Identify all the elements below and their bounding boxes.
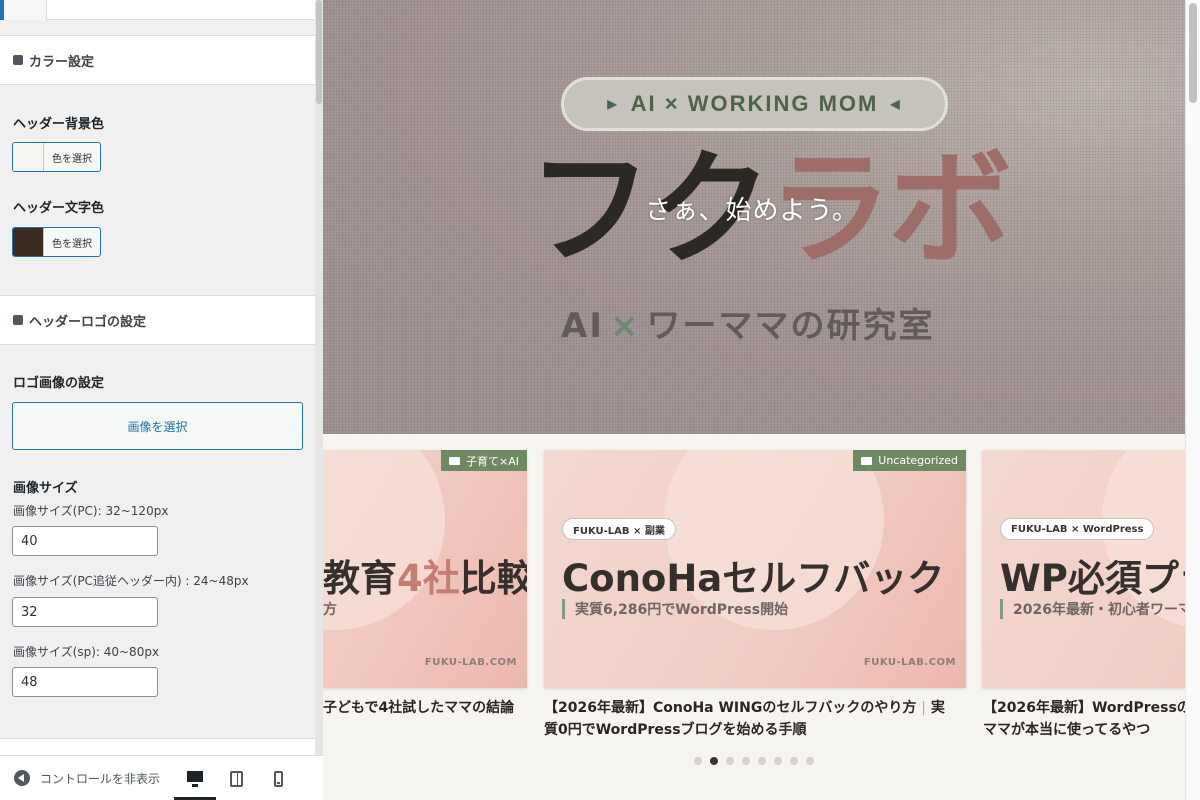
- desktop-icon: [187, 771, 203, 787]
- header-text-color-button[interactable]: 色を選択: [12, 227, 101, 257]
- left-triangle-icon: ◀: [890, 97, 902, 111]
- collapse-label[interactable]: コントロールを非表示: [40, 770, 160, 787]
- slider-dot[interactable]: [758, 757, 766, 765]
- hero-tagline: さぁ、始めよう。: [645, 196, 859, 226]
- collapse-icon[interactable]: [14, 770, 30, 786]
- post-card-title[interactable]: 【2026年最新】WordPressの ママが本当に使ってるやつ: [983, 697, 1191, 741]
- card-thumb-heading: ConoHaセルフバック: [562, 557, 945, 600]
- folder-icon: [449, 456, 460, 465]
- size-follow-input[interactable]: 32: [12, 597, 158, 627]
- color-section-header[interactable]: カラー設定: [0, 35, 315, 85]
- post-card-title[interactable]: 【2026年最新】ConoHa WINGのセルフバックのやり方 | 実 質0円で…: [544, 697, 964, 741]
- select-color-label: 色を選択: [52, 153, 92, 165]
- slider-dot[interactable]: [710, 757, 718, 765]
- preview-scrollbar[interactable]: [1185, 0, 1200, 800]
- post-card-title[interactable]: 子どもで4社試したママの結論: [323, 697, 514, 719]
- subtitle-pre: AI: [561, 306, 604, 346]
- section-square-icon: [13, 315, 23, 325]
- image-size-label: 画像サイズ: [13, 481, 78, 496]
- card-thumb-url: FUKU-LAB.COM: [424, 657, 517, 668]
- slider-dot[interactable]: [726, 757, 734, 765]
- post-card-thumb[interactable]: Uncategorized FUKU-LAB × 副業 ConoHaセルフバック…: [544, 450, 966, 688]
- hero-subtitle: AI × ワーママの研究室: [561, 298, 934, 347]
- logo-image-label: ロゴ画像の設定: [13, 376, 105, 391]
- preview-desktop-button[interactable]: [174, 756, 216, 800]
- header-text-swatch: [13, 228, 44, 256]
- header-bg-swatch: [13, 143, 44, 171]
- preview-tablet-button[interactable]: [215, 756, 257, 800]
- hero-banner: ▶ AI × WORKING MOM ◀ フクラボ さぁ、始めよう。 AI × ワー…: [323, 0, 1185, 434]
- card-thumb-url: FUKU-LAB.COM: [863, 657, 956, 668]
- hero-pill: ▶ AI × WORKING MOM ◀: [561, 77, 948, 131]
- subtitle-post: ワーママの研究室: [646, 306, 935, 346]
- panel-scrollbar[interactable]: [315, 0, 323, 755]
- hero-pill-text: AI × WORKING MOM: [630, 91, 879, 116]
- card-thumb-sub: 2026年最新・初心者ワーマ: [1000, 599, 1192, 619]
- card-category-badge[interactable]: Uncategorized: [853, 450, 966, 471]
- card-thumb-sub: 実質6,286円でWordPress開始: [562, 599, 788, 619]
- slider-dot[interactable]: [806, 757, 814, 765]
- customizer-footer: コントロールを非表示: [0, 755, 323, 800]
- card-thumb-tag: FUKU-LAB × WordPress: [1000, 518, 1155, 540]
- size-sp-label: 画像サイズ(sp): 40~80px: [13, 645, 160, 659]
- color-section-title: カラー設定: [29, 54, 95, 70]
- tablet-icon: [229, 770, 243, 787]
- site-preview: ▶ AI × WORKING MOM ◀ フクラボ さぁ、始めよう。 AI × ワー…: [323, 0, 1200, 800]
- subtitle-x: ×: [609, 306, 641, 346]
- size-follow-label: 画像サイズ(PC追従ヘッダー内) : 24~48px: [13, 574, 249, 588]
- customizer-panel: カラー設定 ヘッダー背景色 色を選択 ヘッダー文字色 色を選択 ヘッダーロゴの設…: [0, 0, 315, 755]
- logo-section-header[interactable]: ヘッダーロゴの設定: [0, 295, 315, 345]
- card-thumb-tag: FUKU-LAB × 副業: [562, 518, 676, 540]
- previous-control-stub: [0, 0, 315, 20]
- preview-mobile-button[interactable]: [257, 756, 299, 800]
- header-bg-color-button[interactable]: 色を選択: [12, 142, 101, 172]
- card-thumb-heading: WP必須プラ: [1000, 557, 1200, 600]
- select-color-label: 色を選択: [52, 238, 92, 250]
- folder-icon: [861, 456, 873, 465]
- card-thumb-sub: 方: [323, 602, 337, 618]
- slider-dot[interactable]: [694, 757, 702, 765]
- slider-pagination: [694, 757, 814, 765]
- slider-dot[interactable]: [790, 757, 798, 765]
- right-triangle-icon: ▶: [607, 97, 619, 111]
- header-bg-label: ヘッダー背景色: [13, 117, 105, 132]
- size-pc-label: 画像サイズ(PC): 32~120px: [13, 504, 169, 518]
- post-card-thumb[interactable]: FUKU-LAB × WordPress WP必須プラ 2026年最新・初心者ワ…: [982, 450, 1200, 688]
- logo-section-title: ヘッダーロゴの設定: [29, 314, 147, 330]
- slider-dot[interactable]: [742, 757, 750, 765]
- slider-dot[interactable]: [774, 757, 782, 765]
- post-card-thumb[interactable]: 子育て×AI 教育4社比較 方 FUKU-LAB.COM: [323, 450, 527, 688]
- card-thumb-heading: 教育4社比較: [323, 557, 527, 600]
- next-section-stub: [0, 738, 315, 755]
- card-category-badge[interactable]: 子育て×AI: [441, 450, 527, 471]
- mobile-icon: [273, 770, 283, 787]
- header-text-label: ヘッダー文字色: [13, 201, 105, 216]
- size-sp-input[interactable]: 48: [12, 667, 158, 697]
- section-square-icon: [13, 55, 23, 65]
- size-pc-input[interactable]: 40: [12, 526, 158, 556]
- select-image-button[interactable]: 画像を選択: [12, 402, 303, 450]
